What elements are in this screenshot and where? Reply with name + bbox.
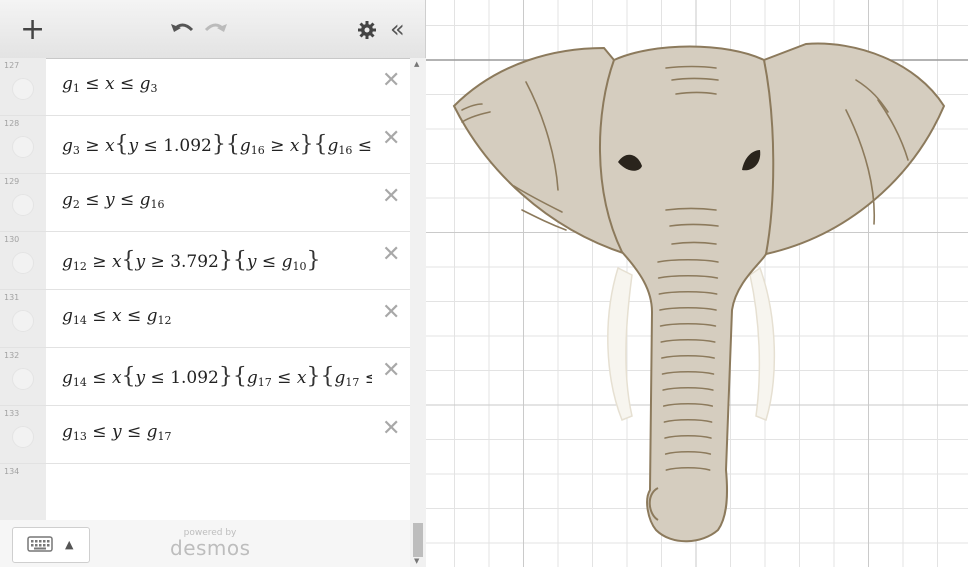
caret-up-icon: ▲: [65, 538, 74, 551]
expression-input[interactable]: g1 ≤ x ≤ g3: [62, 74, 372, 102]
right-tusk: [749, 266, 776, 422]
expression-row[interactable]: 130 g12 ≥ x{y ≥ 3.792}{y ≤ g10} ✕: [0, 232, 410, 290]
color-toggle-icon[interactable]: [12, 136, 34, 158]
color-toggle-icon[interactable]: [12, 194, 34, 216]
scrollbar-thumb[interactable]: [413, 523, 423, 557]
expression-input[interactable]: g2 ≤ y ≤ g16: [62, 190, 372, 218]
toolbar: + «: [0, 0, 425, 59]
expression-number: 128: [4, 119, 20, 128]
expression-input[interactable]: g14 ≤ x{y ≤ 1.092}{g17 ≤ x}{g17 ≤ y: [62, 364, 372, 392]
expression-input-empty[interactable]: [62, 480, 372, 508]
scroll-down-arrow-icon[interactable]: ▼: [414, 557, 419, 565]
expression-row-empty[interactable]: 134: [0, 464, 410, 520]
expression-input[interactable]: g13 ≤ y ≤ g17: [62, 422, 372, 450]
expression-row[interactable]: 132 g14 ≤ x{y ≤ 1.092}{g17 ≤ x}{g17 ≤ y …: [0, 348, 410, 406]
keyboard-icon: [27, 536, 53, 556]
expression-list: 127 g1 ≤ x ≤ g3 ✕ 128 g3 ≥ x{y ≤ 1.092}{…: [0, 58, 410, 520]
color-toggle-icon[interactable]: [12, 252, 34, 274]
redo-icon[interactable]: [204, 18, 228, 43]
expression-number: 134: [4, 467, 20, 476]
delete-expression-icon[interactable]: ✕: [382, 302, 400, 324]
scroll-up-arrow-icon[interactable]: ▲: [414, 60, 419, 68]
graph-svg: [426, 0, 968, 567]
expression-panel: + « 127 g1 ≤ x ≤ g3 ✕ 128 g3 ≥ x{y ≤ 1.0…: [0, 0, 426, 567]
expression-input[interactable]: g3 ≥ x{y ≤ 1.092}{g16 ≥ x}{g16 ≤ y: [62, 132, 372, 160]
undo-icon[interactable]: [170, 18, 194, 43]
expression-number: 133: [4, 409, 20, 418]
color-toggle-icon[interactable]: [12, 78, 34, 100]
expression-gutter: 131: [0, 290, 46, 347]
double-chevron-left-icon[interactable]: «: [390, 17, 405, 41]
expression-number: 127: [4, 61, 20, 70]
expression-number: 129: [4, 177, 20, 186]
expression-gutter: 132: [0, 348, 46, 405]
expression-gutter: 134: [0, 464, 46, 520]
elephant-drawing: [452, 42, 946, 543]
expression-row[interactable]: 127 g1 ≤ x ≤ g3 ✕: [0, 58, 410, 116]
delete-expression-icon[interactable]: ✕: [382, 128, 400, 150]
expression-gutter: 130: [0, 232, 46, 289]
expression-gutter: 133: [0, 406, 46, 463]
scrollbar[interactable]: ▲ ▼: [410, 58, 426, 567]
delete-expression-icon[interactable]: ✕: [382, 418, 400, 440]
color-toggle-icon[interactable]: [12, 368, 34, 390]
right-ear: [762, 42, 946, 256]
color-toggle-icon[interactable]: [12, 310, 34, 332]
color-toggle-icon[interactable]: [12, 426, 34, 448]
expression-row[interactable]: 133 g13 ≤ y ≤ g17 ✕: [0, 406, 410, 464]
desmos-branding[interactable]: powered by desmos: [170, 528, 250, 558]
expression-input[interactable]: g12 ≥ x{y ≥ 3.792}{y ≤ g10}: [62, 248, 372, 276]
expression-number: 131: [4, 293, 20, 302]
expression-row[interactable]: 128 g3 ≥ x{y ≤ 1.092}{g16 ≥ x}{g16 ≤ y ✕: [0, 116, 410, 174]
expression-gutter: 128: [0, 116, 46, 173]
delete-expression-icon[interactable]: ✕: [382, 70, 400, 92]
expression-row[interactable]: 129 g2 ≤ y ≤ g16 ✕: [0, 174, 410, 232]
plus-icon[interactable]: +: [20, 15, 45, 45]
delete-expression-icon[interactable]: ✕: [382, 244, 400, 266]
expression-number: 132: [4, 351, 20, 360]
gear-icon[interactable]: [358, 21, 376, 44]
expression-input[interactable]: g14 ≤ x ≤ g12: [62, 306, 372, 334]
delete-expression-icon[interactable]: ✕: [382, 186, 400, 208]
desmos-logo: desmos: [170, 536, 251, 560]
left-tusk: [607, 266, 633, 421]
panel-footer: ▲ powered by desmos: [0, 520, 410, 567]
expression-number: 130: [4, 235, 20, 244]
delete-expression-icon[interactable]: ✕: [382, 360, 400, 382]
graph-canvas[interactable]: [426, 0, 968, 567]
expression-gutter: 127: [0, 58, 46, 115]
expression-row[interactable]: 131 g14 ≤ x ≤ g12 ✕: [0, 290, 410, 348]
expression-gutter: 129: [0, 174, 46, 231]
keyboard-toggle-button[interactable]: ▲: [12, 527, 90, 563]
